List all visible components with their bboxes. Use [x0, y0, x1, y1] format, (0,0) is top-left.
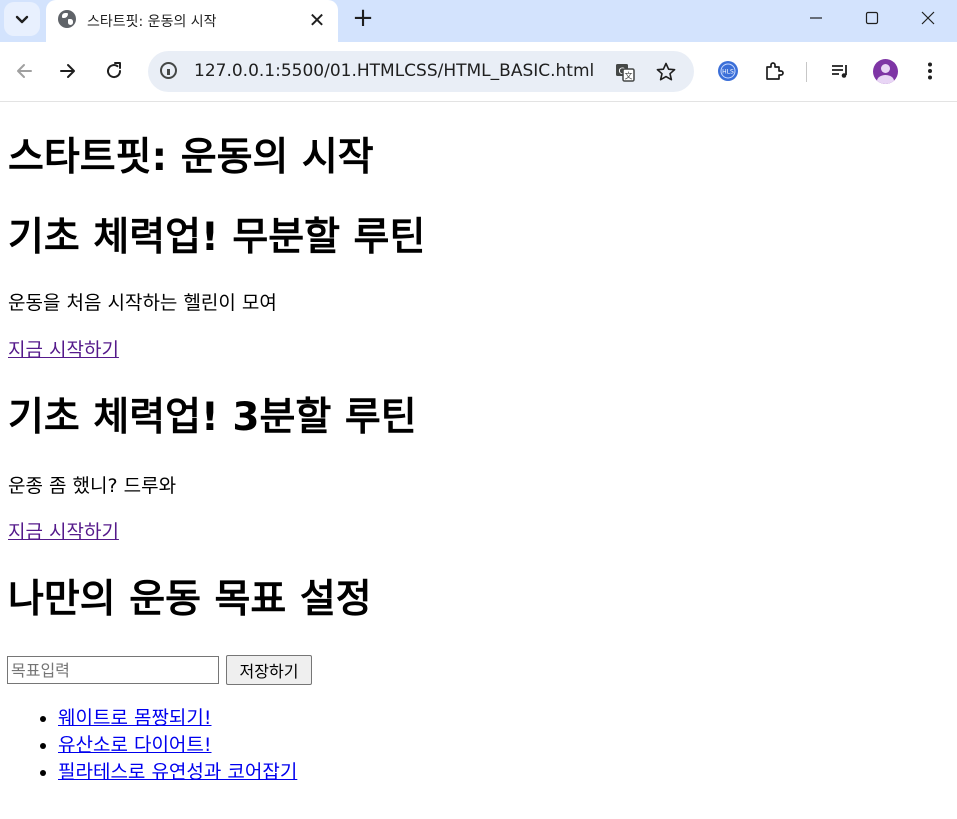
close-window-icon[interactable]	[900, 0, 956, 36]
active-tab[interactable]: 스타트핏: 운동의 시작 ✕	[46, 0, 338, 42]
goal-section-title: 나만의 운동 목표 설정	[8, 577, 372, 622]
media-control-icon[interactable]	[826, 57, 854, 85]
tab-strip: 스타트핏: 운동의 시작 ✕ +	[0, 0, 957, 42]
plus-icon[interactable]: +	[350, 5, 376, 31]
minimize-icon[interactable]	[788, 0, 844, 36]
toolbar-divider	[806, 62, 807, 82]
browser-chrome: 스타트핏: 운동의 시작 ✕ + 127.0.0.1:5500/01.HTMLC…	[0, 0, 957, 102]
start-link-fullbody[interactable]: 지금 시작하기	[8, 338, 119, 362]
svg-text:文: 文	[625, 71, 633, 81]
list-item: 웨이트로 몸짱되기!	[58, 705, 297, 732]
section-title-split: 기초 체력업! 3분할 루틴	[8, 395, 417, 440]
goal-link-cardio[interactable]: 유산소로 다이어트!	[58, 734, 212, 756]
maximize-icon[interactable]	[844, 0, 900, 36]
list-item: 필라테스로 유연성과 코어잡기	[58, 759, 297, 786]
goal-list: 웨이트로 몸짱되기! 유산소로 다이어트! 필라테스로 유연성과 코어잡기	[0, 705, 297, 786]
profile-avatar-icon[interactable]	[873, 59, 898, 84]
tab-search-button[interactable]	[4, 2, 40, 36]
more-menu-icon[interactable]	[916, 57, 944, 85]
translate-icon[interactable]: G文	[612, 59, 638, 85]
tab-search-icon	[15, 15, 29, 24]
url-text[interactable]: 127.0.0.1:5500/01.HTMLCSS/HTML_BASIC.htm…	[194, 61, 594, 81]
tab-title: 스타트핏: 운동의 시작	[87, 14, 217, 30]
section-desc-split: 운종 좀 했니? 드루와	[8, 475, 177, 497]
goal-input[interactable]	[7, 656, 219, 684]
list-item: 유산소로 다이어트!	[58, 732, 297, 759]
goal-link-weight[interactable]: 웨이트로 몸짱되기!	[58, 707, 212, 729]
bookmark-star-icon[interactable]	[653, 59, 679, 85]
reload-icon[interactable]	[98, 55, 130, 87]
extension-hls-icon[interactable]: HLS	[714, 57, 742, 85]
save-button[interactable]: 저장하기	[226, 655, 312, 685]
globe-icon	[58, 10, 76, 28]
address-bar[interactable]: 127.0.0.1:5500/01.HTMLCSS/HTML_BASIC.htm…	[148, 51, 694, 92]
browser-toolbar: 127.0.0.1:5500/01.HTMLCSS/HTML_BASIC.htm…	[0, 42, 957, 102]
section-desc-fullbody: 운동을 처음 시작하는 헬린이 모여	[8, 292, 277, 314]
extensions-puzzle-icon[interactable]	[760, 57, 788, 85]
close-icon[interactable]: ✕	[306, 9, 328, 31]
start-link-split[interactable]: 지금 시작하기	[8, 520, 119, 544]
section-title-fullbody: 기초 체력업! 무분할 루틴	[8, 215, 426, 260]
page-content: 스타트핏: 운동의 시작 기초 체력업! 무분할 루틴 운동을 처음 시작하는 …	[0, 102, 957, 819]
svg-text:HLS: HLS	[722, 69, 734, 76]
page-title: 스타트핏: 운동의 시작	[8, 135, 374, 180]
back-icon[interactable]	[8, 55, 40, 87]
info-icon[interactable]	[160, 62, 177, 79]
goal-link-pilates[interactable]: 필라테스로 유연성과 코어잡기	[58, 761, 297, 783]
forward-icon[interactable]	[52, 55, 84, 87]
